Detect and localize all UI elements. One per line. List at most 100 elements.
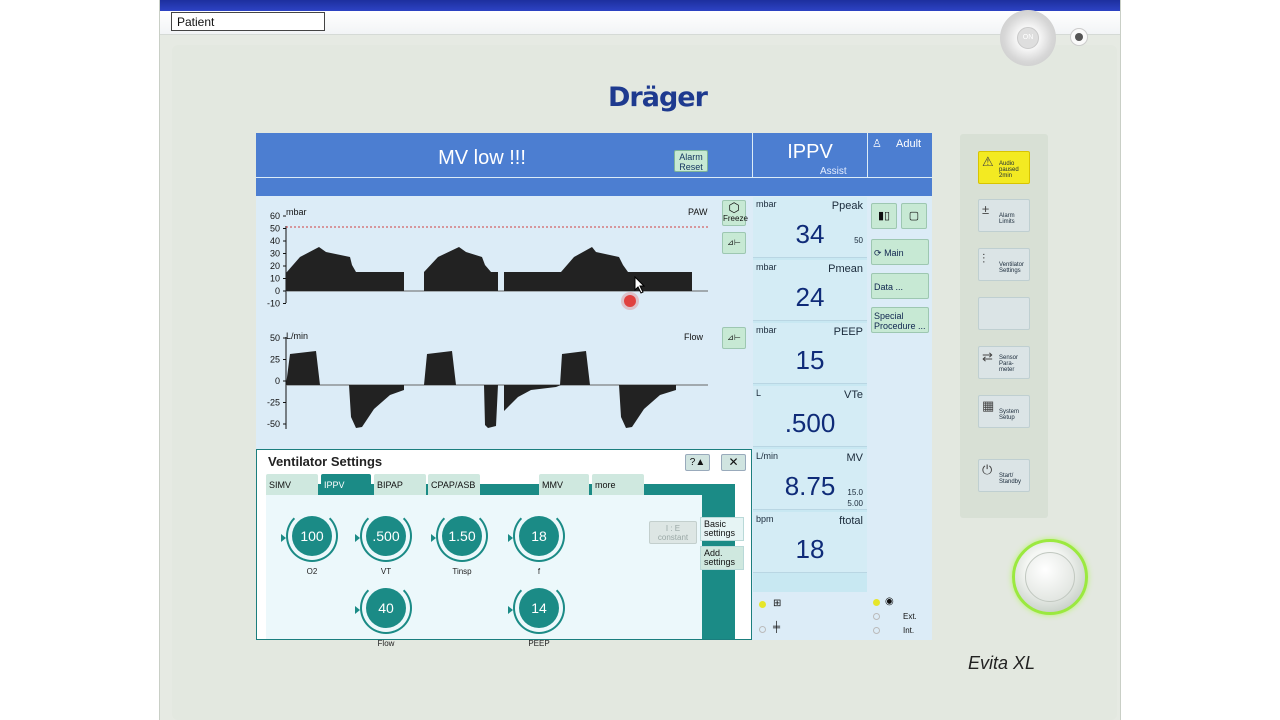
paw-tick-label: -10 xyxy=(267,299,280,309)
header-strip xyxy=(256,178,932,196)
audio-paused-key[interactable]: ⚠ Audio paused 2min xyxy=(978,151,1030,184)
special-label: Special xyxy=(874,311,904,321)
measured-values-panel: mbar Ppeak 34 50 mbar Pmean 24 mbar PEEP 15 L VTe .5… xyxy=(753,197,867,637)
measured-value: .500 xyxy=(784,408,836,438)
blank-key[interactable] xyxy=(978,297,1030,330)
ext-label: Ext. xyxy=(903,612,917,621)
ventilator-device: Patient ON Dräger Evita XL MV low !!! Al… xyxy=(159,0,1121,720)
measured-value-cell: mbar Ppeak 34 50 xyxy=(753,197,867,258)
tab-cpap-asb[interactable]: CPAP/ASB xyxy=(428,474,480,495)
status-led-1 xyxy=(759,601,766,608)
flow-scale-button[interactable]: ⊿⊢ xyxy=(722,327,746,349)
tab-more[interactable]: more xyxy=(592,474,644,495)
knob-value: 100 xyxy=(292,516,332,556)
measured-limit-high: 50 xyxy=(854,236,863,245)
click-indicator xyxy=(624,295,636,307)
system-icon: ▦ xyxy=(982,398,995,413)
limits-icon: ± xyxy=(982,202,990,217)
system-setup-key[interactable]: ▦ System Setup xyxy=(978,395,1030,428)
tab-ippv[interactable]: IPPV xyxy=(321,474,371,495)
mouse-cursor-icon xyxy=(634,276,646,294)
status-led-2 xyxy=(759,626,766,633)
add-settings-tab[interactable]: Add. settings xyxy=(700,546,744,570)
data-label: Data ... xyxy=(874,282,904,292)
model-name: Evita XL xyxy=(968,653,1036,673)
measured-unit: mbar xyxy=(756,262,777,272)
knob-label: f xyxy=(537,567,541,576)
alarm-limits-key[interactable]: ± Alarm Limits xyxy=(978,199,1030,232)
knob-label: PEEP xyxy=(528,639,550,648)
scale-icon: ⊿⊢ xyxy=(727,238,741,247)
paw-scale-button[interactable]: ⊿⊢ xyxy=(722,232,746,254)
knob-pointer-icon xyxy=(355,534,360,542)
power-button[interactable]: ON xyxy=(1000,10,1056,66)
indicator-knob xyxy=(1070,28,1088,46)
ie-label: I : E xyxy=(665,524,681,533)
measured-value-cell: L VTe .500 xyxy=(753,386,867,447)
standby-key[interactable]: ⏻ Start/ Standby xyxy=(978,459,1030,492)
measured-value-cell: bpm ftotal 18 xyxy=(753,512,867,573)
special-procedure-button[interactable]: Special Procedure ... xyxy=(871,307,929,333)
alarm-reset-button[interactable]: Alarm Reset xyxy=(674,150,708,172)
knob-value: 1.50 xyxy=(442,516,482,556)
rotary-knob[interactable] xyxy=(1012,539,1088,615)
flow-tick-label: -25 xyxy=(267,398,280,408)
screen-layout-button[interactable]: ▢ xyxy=(901,203,927,229)
tab-mmv[interactable]: MMV xyxy=(539,474,589,495)
tab-bipap[interactable]: BIPAP xyxy=(374,474,426,495)
window-icon: ▢ xyxy=(908,210,920,222)
alarm-reset-label-2: Reset xyxy=(679,162,703,172)
ventilator-settings-dialog: Ventilator Settings ?▲ ✕ SIMV IPPV BIPAP… xyxy=(256,449,752,648)
knob-pointer-icon xyxy=(431,534,436,542)
trend-view-button[interactable]: ▮▯ xyxy=(871,203,897,229)
ventilator-screen: MV low !!! Alarm Reset IPPV Assist ♙ Adu… xyxy=(256,133,932,648)
setting-knob-flow[interactable]: 40 Flow xyxy=(355,582,412,648)
main-label: Main xyxy=(884,248,904,258)
basic-settings-tab[interactable]: Basic settings xyxy=(700,517,744,541)
measured-value: 24 xyxy=(795,282,825,312)
knob-pointer-icon xyxy=(508,534,513,542)
status-area: ⊞ ╪ ◉ Ext. Int. xyxy=(753,592,932,640)
vent-settings-label-2: Settings xyxy=(999,268,1021,274)
sensor-parameter-key[interactable]: ⇄ Sensor Para- meter xyxy=(978,346,1030,379)
ventilator-settings-key[interactable]: ⫶ Ventilator Settings xyxy=(978,248,1030,281)
freeze-button[interactable]: ⬡ Freeze xyxy=(722,200,748,226)
paw-wave xyxy=(286,247,692,291)
measured-unit: L/min xyxy=(756,451,779,461)
int-label: Int. xyxy=(903,626,915,635)
knob-label: O2 xyxy=(306,567,318,576)
measured-unit: bpm xyxy=(756,514,774,524)
status-led-3 xyxy=(873,599,880,606)
setting-knob-vt[interactable]: .500 VT xyxy=(355,510,412,576)
help-button[interactable]: ?▲ xyxy=(685,454,710,471)
setting-knob-peep[interactable]: 14 PEEP xyxy=(508,582,565,648)
measured-name: PEEP xyxy=(833,326,863,338)
hardware-key-panel: ⚠ Audio paused 2min ± Alarm Limits ⫶ Ven… xyxy=(960,134,1048,518)
main-button[interactable]: ⟳ Main xyxy=(871,239,929,265)
tab-simv[interactable]: SIMV xyxy=(266,474,318,495)
power-icon: ⏻ xyxy=(982,462,993,477)
paw-tick-label: 0 xyxy=(275,286,280,296)
flow-tick-label: -50 xyxy=(267,419,280,429)
knob-pointer-icon xyxy=(508,606,513,614)
title-bar xyxy=(160,0,1120,11)
eye-icon: ◉ xyxy=(885,596,894,607)
measured-value: 18 xyxy=(795,534,825,564)
rotary-knob-center xyxy=(1025,552,1075,602)
special-label-2: Procedure ... xyxy=(874,321,926,331)
alarm-limits-label-2: Limits xyxy=(999,219,1015,225)
main-icon: ⟳ xyxy=(874,248,882,258)
patient-type: Adult xyxy=(896,138,922,150)
ie-constant-button[interactable]: I : E constant xyxy=(649,521,697,544)
knob-value: 18 xyxy=(519,516,559,556)
setting-knob-tinsp[interactable]: 1.50 Tinsp xyxy=(431,510,488,576)
patient-field[interactable]: Patient xyxy=(171,12,325,31)
flow-tick-label: 0 xyxy=(275,376,280,386)
setting-knob-f[interactable]: 18 f xyxy=(508,510,565,576)
flow-label: Flow xyxy=(684,332,704,342)
setting-knob-o2[interactable]: 100 O2 xyxy=(281,510,338,576)
close-button[interactable]: ✕ xyxy=(721,454,746,471)
freeze-icon: ⬡ xyxy=(728,200,740,215)
data-button[interactable]: Data ... xyxy=(871,273,929,299)
status-led-4 xyxy=(873,613,880,620)
